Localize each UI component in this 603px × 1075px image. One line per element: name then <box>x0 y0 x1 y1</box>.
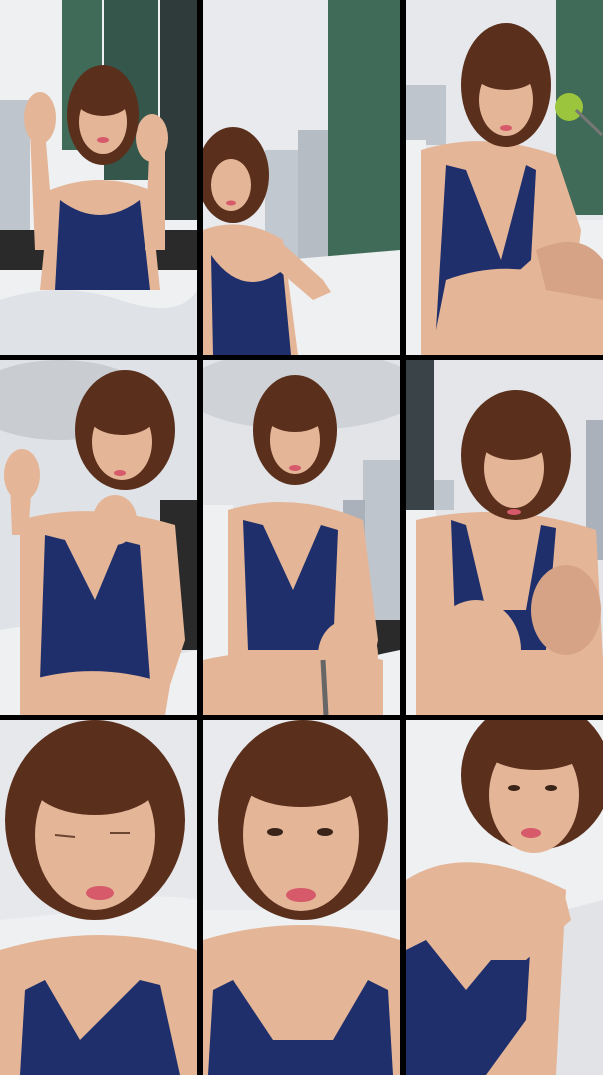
photo-collage-grid <box>0 0 603 1075</box>
photo-frame-8 <box>203 720 400 1075</box>
photo-frame-3 <box>406 0 603 355</box>
photo-frame-9 <box>406 720 603 1075</box>
photo-frame-1 <box>0 0 197 355</box>
frame-5-illustration <box>203 360 400 715</box>
frame-9-illustration <box>406 720 603 1075</box>
frame-3-illustration <box>406 0 603 355</box>
frame-4-illustration <box>0 360 197 715</box>
photo-frame-6 <box>406 360 603 715</box>
photo-frame-5 <box>203 360 400 715</box>
frame-1-illustration <box>0 0 197 355</box>
frame-2-illustration <box>203 0 400 355</box>
photo-frame-2 <box>203 0 400 355</box>
photo-frame-7 <box>0 720 197 1075</box>
frame-8-illustration <box>203 720 400 1075</box>
photo-frame-4 <box>0 360 197 715</box>
frame-6-illustration <box>406 360 603 715</box>
frame-7-illustration <box>0 720 197 1075</box>
